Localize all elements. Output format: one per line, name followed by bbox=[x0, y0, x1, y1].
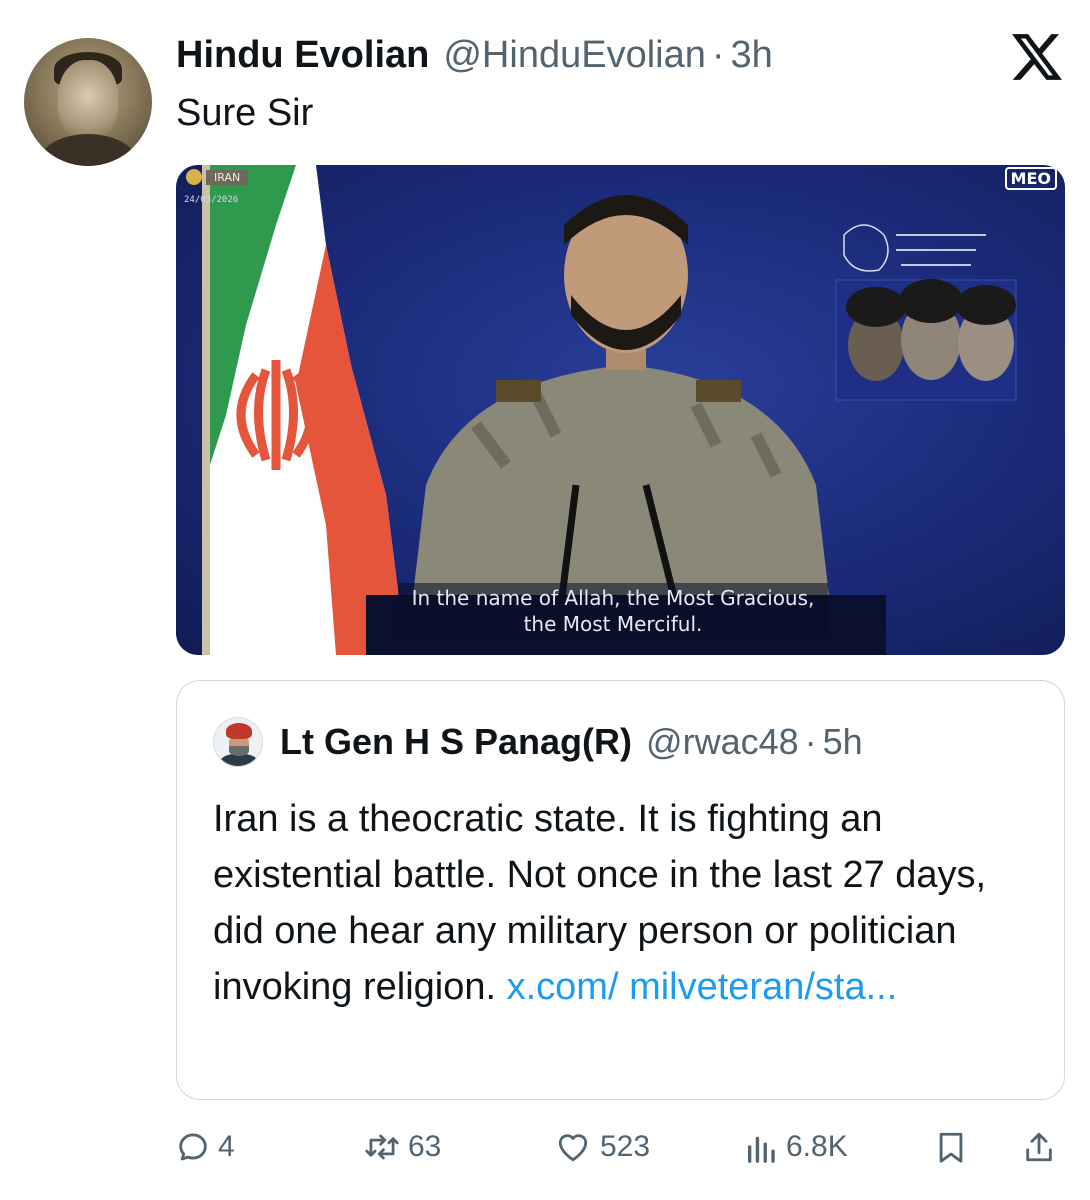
subtitle-line-1: In the name of Allah, the Most Gracious, bbox=[411, 586, 815, 610]
share-button[interactable] bbox=[1022, 1122, 1056, 1172]
subtitle-line-2: the Most Merciful. bbox=[523, 612, 703, 636]
reply-button[interactable]: 4 bbox=[176, 1122, 235, 1172]
author-name[interactable]: Hindu Evolian bbox=[176, 34, 429, 77]
date-tag: 24/03/2026 bbox=[184, 195, 239, 205]
quoted-author-avatar[interactable] bbox=[213, 717, 263, 767]
x-logo-icon bbox=[1012, 34, 1062, 80]
tweet-media[interactable]: IRAN 24/03/2026 MEO In the name of Allah… bbox=[176, 165, 1065, 655]
bookmark-button[interactable] bbox=[934, 1122, 968, 1172]
views-count: 6.8K bbox=[786, 1130, 848, 1163]
leaders-panel bbox=[835, 224, 1017, 401]
tweet-header: Hindu Evolian @HinduEvolian · 3h bbox=[176, 34, 773, 82]
author-handle[interactable]: @HinduEvolian bbox=[443, 34, 706, 77]
share-icon bbox=[1026, 1132, 1052, 1162]
quoted-separator-dot: · bbox=[804, 721, 817, 762]
like-count: 523 bbox=[600, 1130, 651, 1163]
separator-dot: · bbox=[711, 34, 725, 76]
views-icon bbox=[747, 1136, 775, 1163]
tweet-time[interactable]: 3h bbox=[731, 34, 773, 77]
tweet-text: Sure Sir bbox=[176, 92, 314, 134]
reply-count: 4 bbox=[218, 1130, 235, 1163]
media-scene bbox=[202, 165, 1017, 655]
country-tag: IRAN bbox=[186, 169, 249, 185]
quoted-avatar-turban bbox=[226, 723, 252, 739]
repost-button[interactable]: 63 bbox=[364, 1122, 441, 1172]
video-subtitle: In the name of Allah, the Most Gracious,… bbox=[398, 583, 828, 639]
heart-icon bbox=[558, 1134, 588, 1162]
views-button[interactable]: 6.8K bbox=[744, 1122, 848, 1172]
country-tag-label: IRAN bbox=[206, 169, 249, 185]
avatar-body bbox=[38, 134, 138, 166]
repost-count: 63 bbox=[408, 1130, 442, 1163]
author-avatar[interactable] bbox=[24, 38, 152, 166]
avatar-face bbox=[58, 60, 118, 140]
bookmark-icon bbox=[939, 1132, 963, 1163]
quoted-author-handle[interactable]: @rwac48 bbox=[646, 721, 799, 763]
quoted-avatar-beard bbox=[229, 746, 249, 756]
quoted-tweet-time[interactable]: 5h bbox=[823, 721, 863, 763]
quoted-author-name[interactable]: Lt Gen H S Panag(R) bbox=[280, 721, 632, 763]
quoted-tweet-link[interactable]: x.com/ milveteran/sta... bbox=[507, 966, 898, 1008]
quoted-tweet[interactable]: Lt Gen H S Panag(R) @rwac48 · 5h Iran is… bbox=[176, 680, 1065, 1100]
action-bar: 4 63 523 6.8K bbox=[176, 1122, 1065, 1172]
quoted-tweet-text: Iran is a theocratic state. It is fighti… bbox=[213, 791, 1043, 1015]
reply-icon bbox=[179, 1133, 207, 1161]
bulb-icon bbox=[186, 169, 202, 185]
repost-icon bbox=[365, 1134, 399, 1160]
like-button[interactable]: 523 bbox=[554, 1122, 650, 1172]
channel-logo: MEO bbox=[1004, 167, 1057, 190]
quoted-tweet-header: Lt Gen H S Panag(R) @rwac48 · 5h bbox=[280, 721, 863, 765]
flag-pole bbox=[202, 165, 210, 655]
